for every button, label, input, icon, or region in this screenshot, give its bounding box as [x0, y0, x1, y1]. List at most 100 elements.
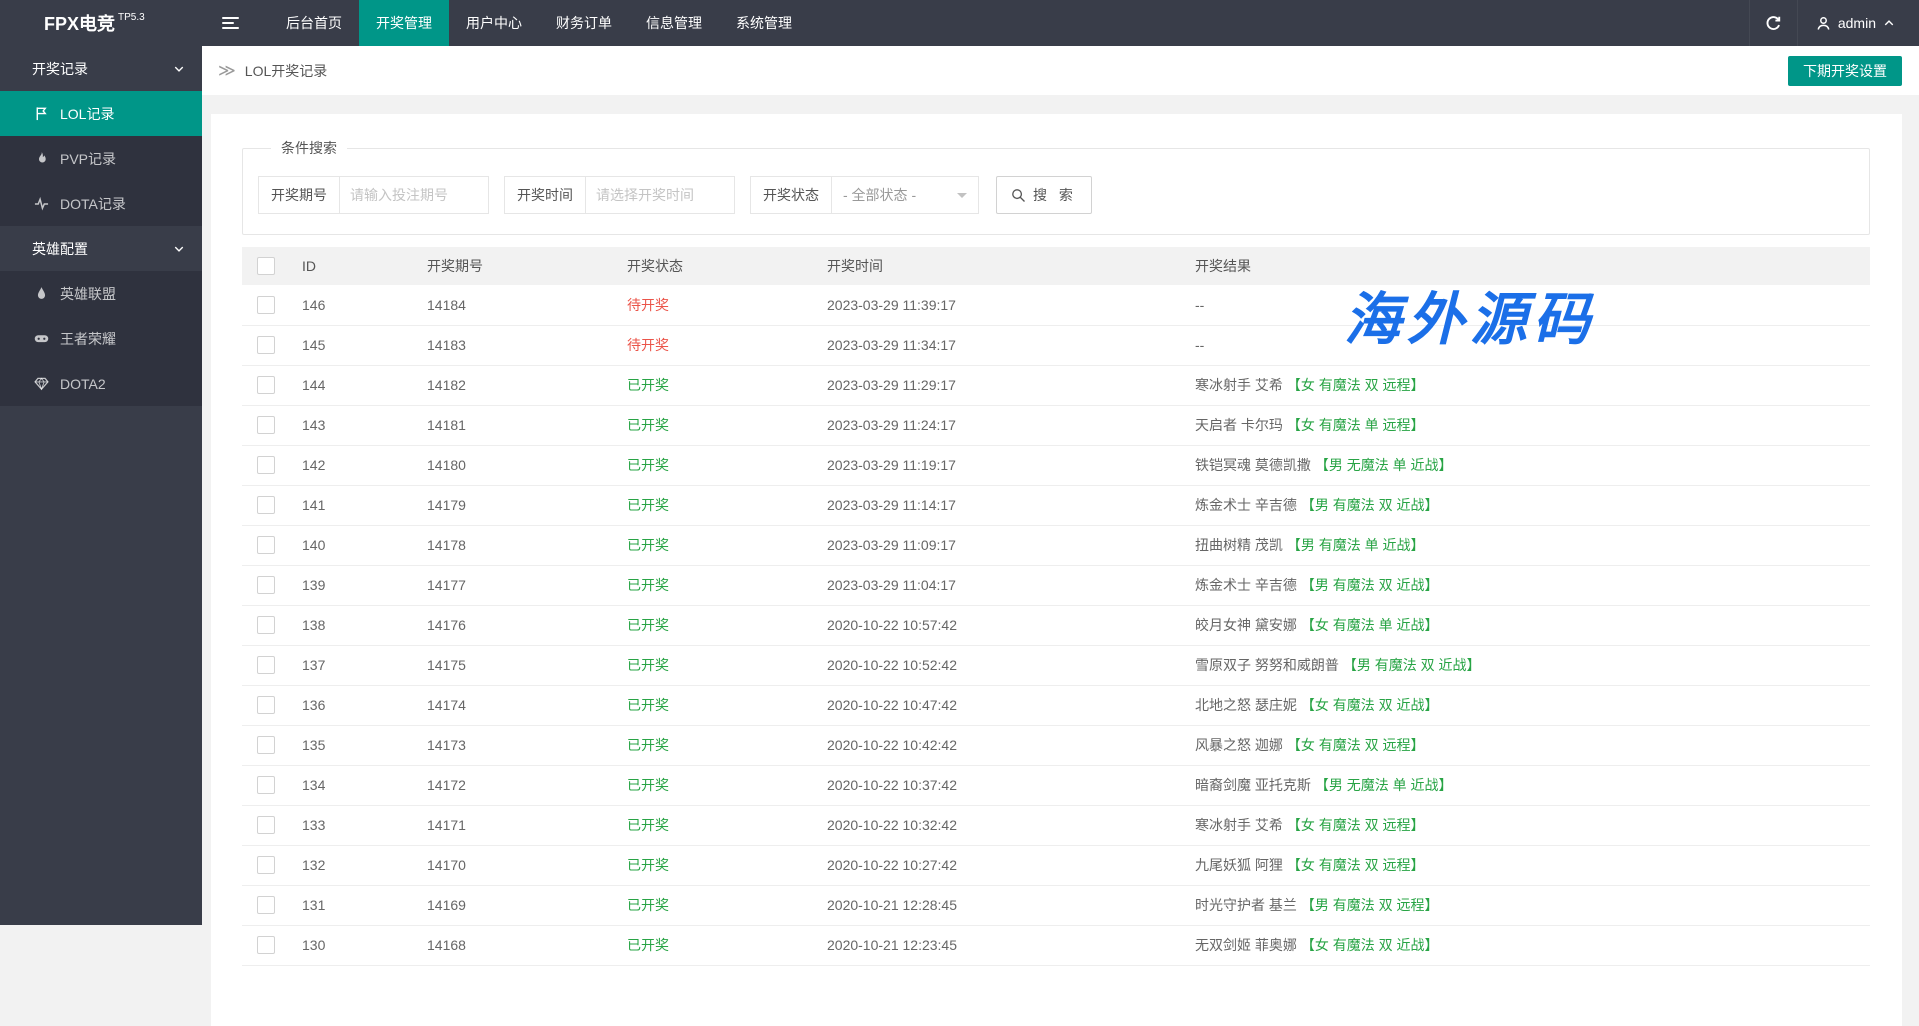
row-checkbox[interactable] — [257, 536, 275, 554]
records-table: ID 开奖期号 开奖状态 开奖时间 开奖结果 146 14184 待开奖 202… — [242, 247, 1870, 966]
cell-id: 144 — [290, 365, 415, 405]
row-checkbox[interactable] — [257, 816, 275, 834]
fire-icon — [34, 151, 49, 166]
brand-version: TP5.3 — [118, 12, 145, 23]
cell-issue: 14174 — [415, 685, 615, 725]
col-header-status: 开奖状态 — [615, 247, 815, 285]
draw-time-input[interactable] — [585, 176, 735, 214]
cell-result: 风暴之怒 迦娜【女 有魔法 双 远程】 — [1183, 725, 1870, 765]
cell-time: 2023-03-29 11:19:17 — [815, 445, 1183, 485]
next-draw-settings-button[interactable]: 下期开奖设置 — [1788, 56, 1902, 86]
chevron-down-icon — [173, 63, 185, 75]
sidebar-item-wzry-heroes[interactable]: 王者荣耀 — [0, 316, 202, 361]
nav-item-system-manage[interactable]: 系统管理 — [719, 0, 809, 46]
row-checkbox[interactable] — [257, 456, 275, 474]
row-checkbox[interactable] — [257, 616, 275, 634]
status-badge: 已开奖 — [627, 617, 669, 633]
status-select[interactable]: - 全部状态 - — [831, 176, 979, 214]
cell-issue: 14172 — [415, 765, 615, 805]
table-row: 139 14177 已开奖 2023-03-29 11:04:17 炼金术士 辛… — [242, 565, 1870, 605]
row-checkbox[interactable] — [257, 336, 275, 354]
status-badge: 已开奖 — [627, 657, 669, 673]
table-row: 137 14175 已开奖 2020-10-22 10:52:42 雪原双子 努… — [242, 645, 1870, 685]
cell-result: 无双剑姬 菲奥娜【女 有魔法 双 近战】 — [1183, 925, 1870, 965]
username: admin — [1838, 15, 1876, 31]
nav-item-lottery-manage[interactable]: 开奖管理 — [359, 0, 449, 46]
sidebar-item-lol-heroes[interactable]: 英雄联盟 — [0, 271, 202, 316]
result-hero: 风暴之怒 迦娜 — [1195, 737, 1283, 753]
cell-time: 2023-03-29 11:29:17 — [815, 365, 1183, 405]
result-attributes: 【女 有魔法 双 近战】 — [1301, 937, 1439, 953]
sidebar-item-label: 英雄联盟 — [60, 284, 116, 304]
row-checkbox[interactable] — [257, 416, 275, 434]
sidebar-item-dota2-heroes[interactable]: DOTA2 — [0, 361, 202, 406]
user-menu[interactable]: admin — [1797, 0, 1919, 46]
search-button[interactable]: 搜 索 — [996, 176, 1092, 214]
sidebar-group-label: 英雄配置 — [32, 239, 88, 259]
status-badge: 已开奖 — [627, 377, 669, 393]
sidebar-group-draw-records[interactable]: 开奖记录 — [0, 46, 202, 91]
result-attributes: 【女 有魔法 双 远程】 — [1287, 857, 1425, 873]
status-label: 开奖状态 — [750, 176, 831, 214]
status-badge: 已开奖 — [627, 937, 669, 953]
nav-item-user-center[interactable]: 用户中心 — [449, 0, 539, 46]
table-row: 145 14183 待开奖 2023-03-29 11:34:17 -- — [242, 325, 1870, 365]
gamepad-icon — [34, 331, 49, 346]
cell-id: 136 — [290, 685, 415, 725]
chevron-down-icon — [173, 243, 185, 255]
row-checkbox[interactable] — [257, 896, 275, 914]
table-header-row: ID 开奖期号 开奖状态 开奖时间 开奖结果 — [242, 247, 1870, 285]
cell-result: 炼金术士 辛吉德【男 有魔法 双 近战】 — [1183, 565, 1870, 605]
row-checkbox[interactable] — [257, 576, 275, 594]
table-row: 140 14178 已开奖 2023-03-29 11:09:17 扭曲树精 茂… — [242, 525, 1870, 565]
sidebar-item-lol-records[interactable]: LOL记录 — [0, 91, 202, 136]
ink-drop-icon — [34, 286, 49, 301]
cell-id: 141 — [290, 485, 415, 525]
cell-time: 2023-03-29 11:39:17 — [815, 285, 1183, 325]
sidebar-item-pvp-records[interactable]: PVP记录 — [0, 136, 202, 181]
table-row: 130 14168 已开奖 2020-10-21 12:23:45 无双剑姬 菲… — [242, 925, 1870, 965]
status-filter: 开奖状态 - 全部状态 - — [750, 176, 979, 214]
result-attributes: 【男 无魔法 单 近战】 — [1315, 457, 1453, 473]
nav-item-info-manage[interactable]: 信息管理 — [629, 0, 719, 46]
select-all-checkbox[interactable] — [257, 257, 275, 275]
cell-time: 2020-10-22 10:57:42 — [815, 605, 1183, 645]
sidebar-item-dota-records[interactable]: DOTA记录 — [0, 181, 202, 226]
col-header-issue: 开奖期号 — [415, 247, 615, 285]
cell-issue: 14182 — [415, 365, 615, 405]
search-button-label: 搜 索 — [1033, 185, 1077, 205]
brand-name: FPX电竞 — [44, 10, 115, 36]
table-row: 138 14176 已开奖 2020-10-22 10:57:42 皎月女神 黛… — [242, 605, 1870, 645]
row-checkbox[interactable] — [257, 736, 275, 754]
row-checkbox[interactable] — [257, 656, 275, 674]
table-body: 146 14184 待开奖 2023-03-29 11:39:17 -- 145… — [242, 285, 1870, 965]
row-checkbox[interactable] — [257, 496, 275, 514]
cell-result: 暗裔剑魔 亚托克斯【男 无魔法 单 近战】 — [1183, 765, 1870, 805]
row-checkbox[interactable] — [257, 776, 275, 794]
result-hero: -- — [1195, 297, 1204, 313]
sidebar-group-hero-config[interactable]: 英雄配置 — [0, 226, 202, 271]
breadcrumb-bar: ≫ LOL开奖记录 下期开奖设置 — [202, 46, 1919, 95]
row-checkbox[interactable] — [257, 696, 275, 714]
time-filter: 开奖时间 — [504, 176, 735, 214]
row-checkbox[interactable] — [257, 376, 275, 394]
row-checkbox[interactable] — [257, 936, 275, 954]
menu-collapse-icon[interactable] — [222, 0, 239, 46]
nav-item-finance-orders[interactable]: 财务订单 — [539, 0, 629, 46]
breadcrumb-icon: ≫ — [218, 61, 236, 81]
row-checkbox[interactable] — [257, 296, 275, 314]
flag-icon — [34, 106, 49, 121]
result-attributes: 【女 有魔法 双 远程】 — [1287, 817, 1425, 833]
row-checkbox[interactable] — [257, 856, 275, 874]
status-badge: 已开奖 — [627, 697, 669, 713]
sidebar-item-label: 王者荣耀 — [60, 329, 116, 349]
refresh-button[interactable] — [1749, 0, 1797, 46]
result-attributes: 【男 有魔法 单 近战】 — [1287, 537, 1425, 553]
nav-item-dashboard[interactable]: 后台首页 — [269, 0, 359, 46]
result-hero: 炼金术士 辛吉德 — [1195, 577, 1297, 593]
cell-time: 2020-10-22 10:37:42 — [815, 765, 1183, 805]
issue-input[interactable] — [339, 176, 489, 214]
result-hero: 时光守护者 基兰 — [1195, 897, 1297, 913]
cell-result: 时光守护者 基兰【男 有魔法 双 远程】 — [1183, 885, 1870, 925]
result-hero: 天启者 卡尔玛 — [1195, 417, 1283, 433]
